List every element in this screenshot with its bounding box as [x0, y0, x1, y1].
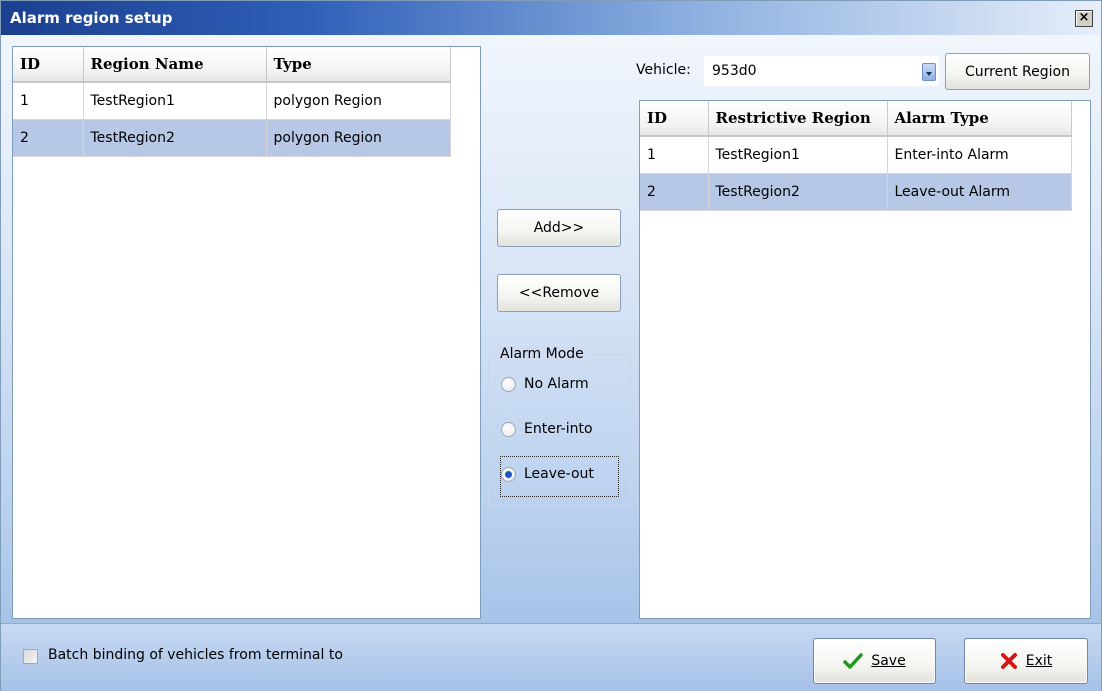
cell-restrictive-region: TestRegion1 [708, 136, 888, 174]
radio-button-icon[interactable] [501, 421, 516, 437]
cell-type: polygon Region [266, 119, 451, 157]
region-table-header: ID Region Name Type [13, 47, 451, 83]
cell-type: polygon Region [266, 82, 451, 120]
table-row[interactable]: 1 TestRegion1 Enter-into Alarm [640, 136, 1072, 174]
cell-alarm-type: Enter-into Alarm [887, 136, 1072, 174]
cell-restrictive-region: TestRegion2 [708, 173, 888, 211]
radio-label: No Alarm [524, 376, 589, 392]
save-label: Save [871, 653, 906, 669]
restrictive-table-header: ID Restrictive Region Alarm Type [640, 101, 1072, 137]
table-row[interactable]: 1 TestRegion1 polygon Region [13, 82, 451, 120]
cell-id: 1 [640, 136, 709, 174]
vehicle-label: Vehicle: [636, 62, 691, 78]
add-button[interactable]: Add>> [497, 209, 621, 247]
column-header-id[interactable]: ID [13, 47, 84, 83]
alarm-region-setup-window: Alarm region setup × ID Region Name Type… [0, 0, 1102, 691]
title-bar: Alarm region setup × [1, 1, 1101, 35]
chevron-down-icon[interactable] [922, 63, 936, 81]
x-icon [1000, 653, 1017, 669]
radio-button-icon[interactable] [501, 376, 516, 392]
cell-alarm-type: Leave-out Alarm [887, 173, 1072, 211]
cell-id: 1 [13, 82, 84, 120]
column-header-id[interactable]: ID [640, 101, 709, 137]
batch-binding-checkbox[interactable] [23, 649, 38, 664]
region-table: ID Region Name Type 1 TestRegion1 polygo… [13, 47, 451, 157]
vehicle-combobox[interactable]: 953d0 [704, 56, 939, 86]
radio-label: Leave-out [524, 466, 594, 482]
column-header-region-name[interactable]: Region Name [83, 47, 267, 83]
window-title: Alarm region setup [10, 9, 173, 27]
column-header-alarm-type[interactable]: Alarm Type [887, 101, 1072, 137]
exit-label: Exit [1025, 653, 1053, 669]
radio-leave-out[interactable]: Leave-out [501, 466, 594, 482]
radio-label: Enter-into [524, 421, 593, 437]
vehicle-value: 953d0 [712, 63, 757, 79]
table-row[interactable]: 2 TestRegion2 Leave-out Alarm [640, 173, 1072, 211]
radio-enter-into[interactable]: Enter-into [501, 421, 593, 437]
batch-binding-label: Batch binding of vehicles from terminal … [48, 647, 343, 663]
remove-button[interactable]: <<Remove [497, 274, 621, 312]
column-header-restrictive-region[interactable]: Restrictive Region [708, 101, 888, 137]
radio-button-selected-icon[interactable] [501, 466, 516, 482]
cell-id: 2 [13, 119, 84, 157]
restrictive-region-table: ID Restrictive Region Alarm Type 1 TestR… [640, 101, 1072, 211]
cell-id: 2 [640, 173, 709, 211]
cell-region-name: TestRegion1 [83, 82, 267, 120]
current-region-button[interactable]: Current Region [945, 53, 1090, 90]
column-header-type[interactable]: Type [266, 47, 451, 83]
alarm-mode-label: Alarm Mode [498, 346, 586, 362]
cell-region-name: TestRegion2 [83, 119, 267, 157]
restrictive-region-panel: ID Restrictive Region Alarm Type 1 TestR… [639, 100, 1091, 619]
region-list-panel: ID Region Name Type 1 TestRegion1 polygo… [12, 46, 481, 619]
exit-button[interactable]: Exit [964, 638, 1088, 684]
save-button[interactable]: Save [813, 638, 936, 684]
table-row[interactable]: 2 TestRegion2 polygon Region [13, 119, 451, 157]
close-button[interactable]: × [1075, 10, 1093, 27]
radio-no-alarm[interactable]: No Alarm [501, 376, 589, 392]
check-icon [843, 653, 864, 669]
